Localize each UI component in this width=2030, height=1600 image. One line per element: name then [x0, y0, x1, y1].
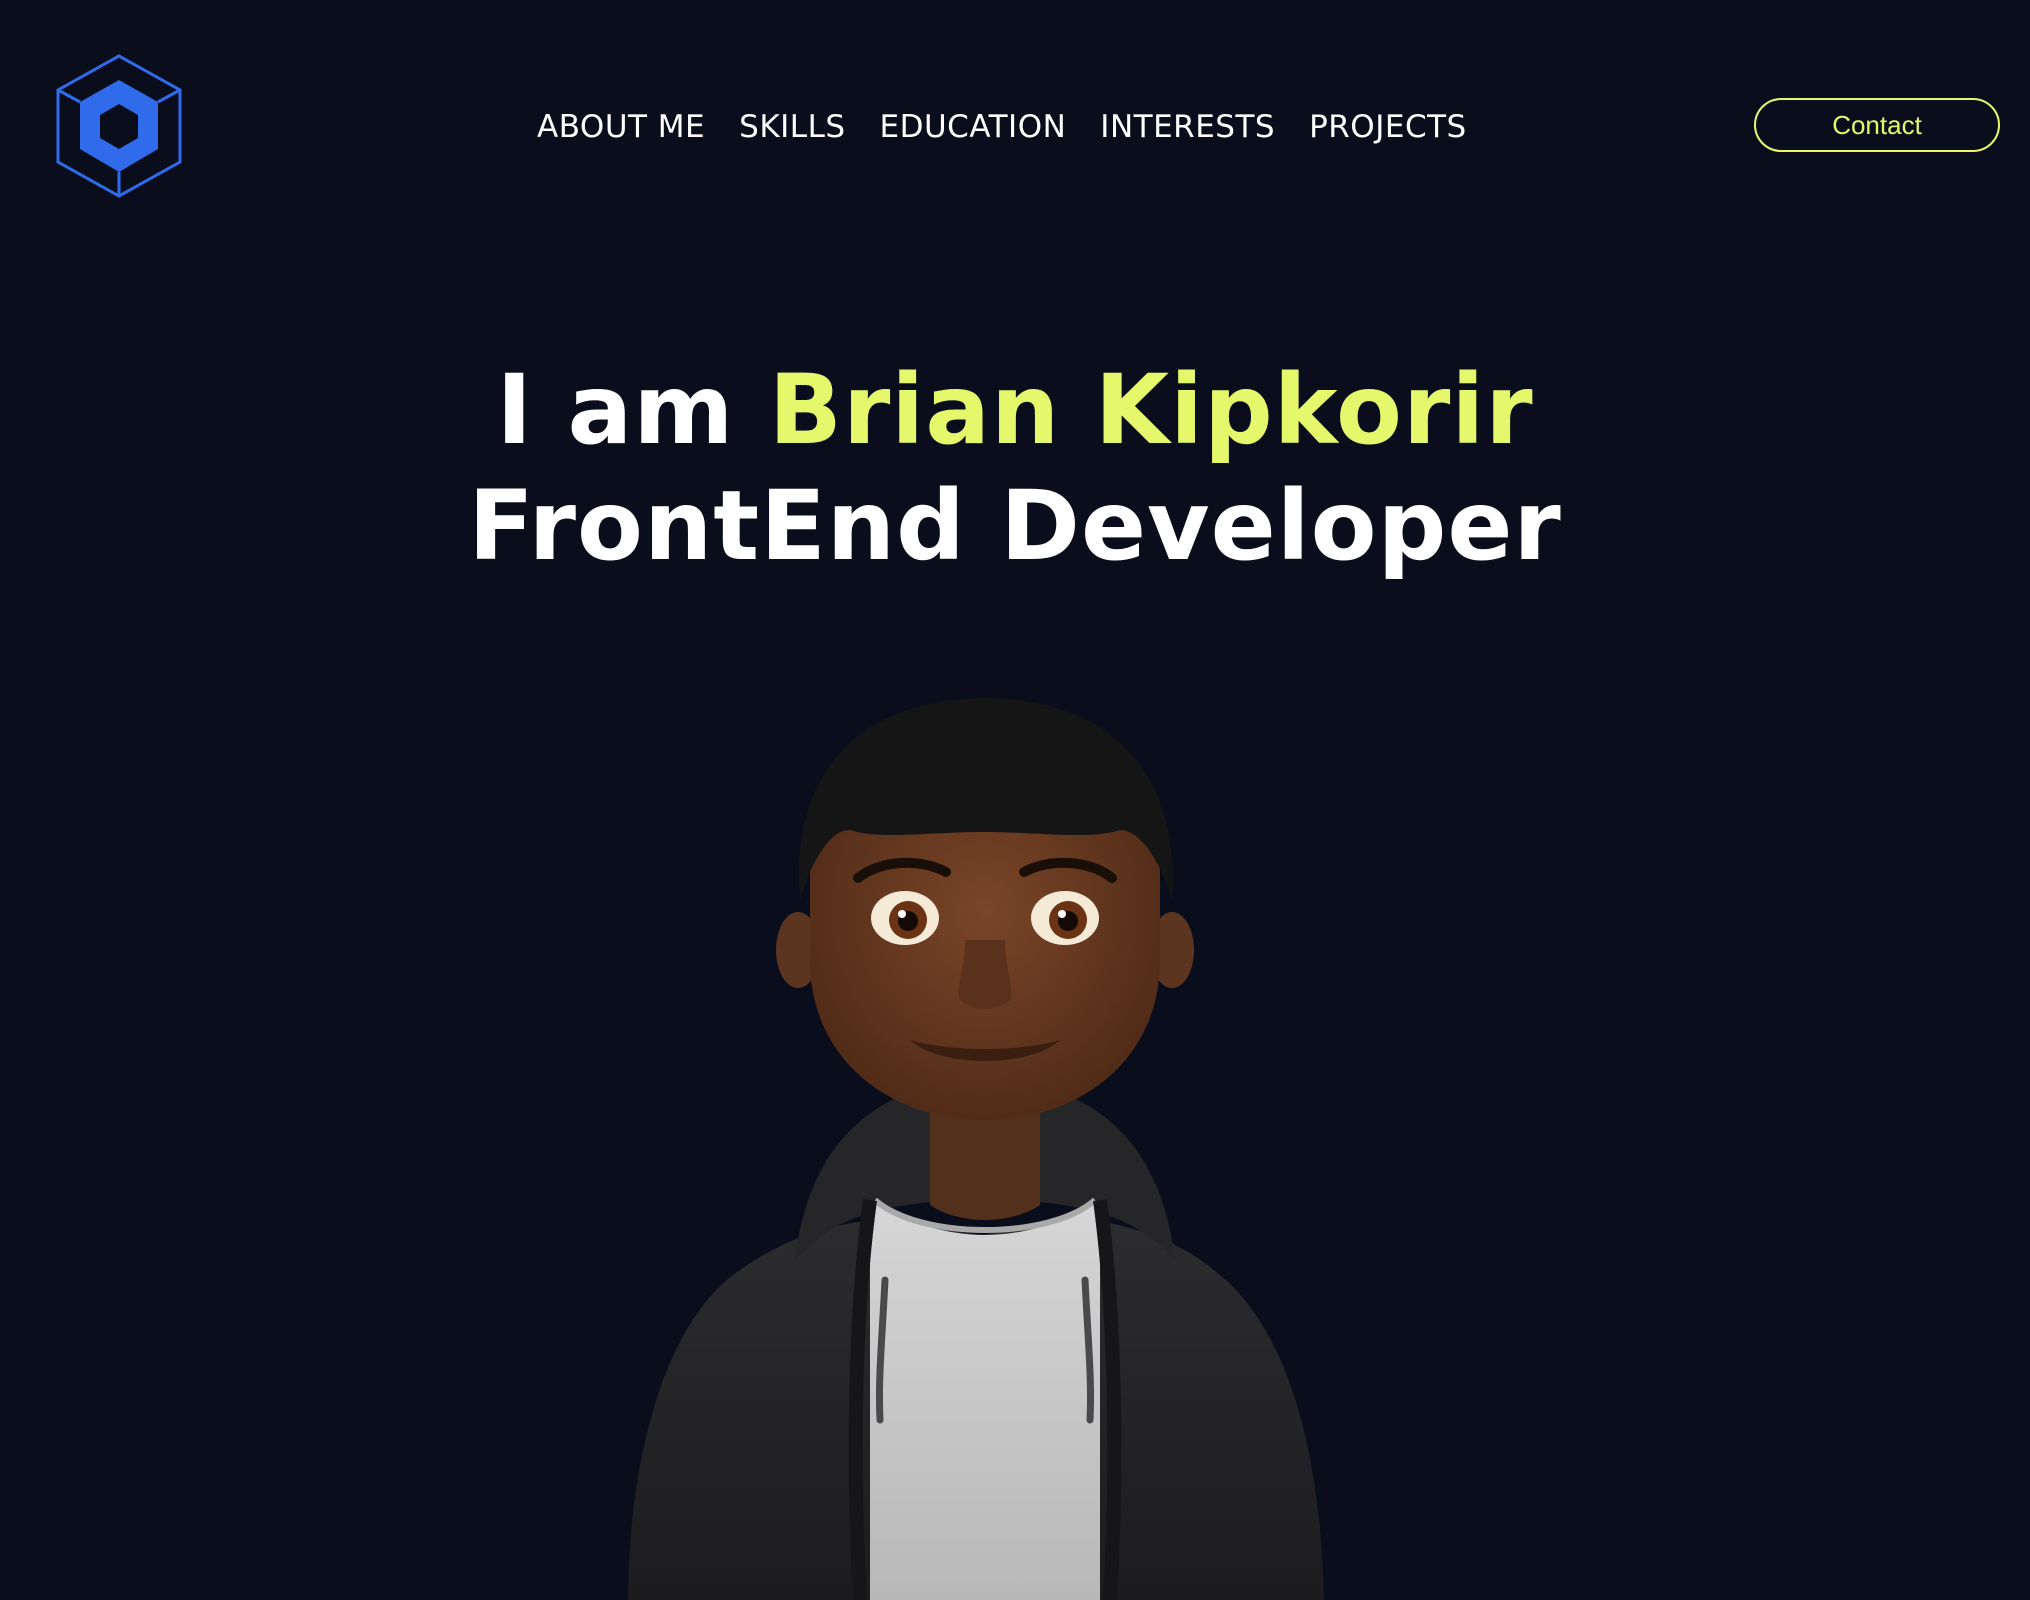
- hero-role: FrontEnd Developer: [468, 470, 1562, 582]
- hero-prefix: I am: [496, 354, 735, 466]
- portfolio-page: ABOUT ME SKILLS EDUCATION INTERESTS PROJ…: [0, 0, 2030, 1600]
- nav-education[interactable]: EDUCATION: [880, 109, 1067, 145]
- nav-skills[interactable]: SKILLS: [739, 109, 845, 145]
- main-nav: ABOUT ME SKILLS EDUCATION INTERESTS PROJ…: [0, 100, 2030, 154]
- nav-about-me[interactable]: ABOUT ME: [537, 109, 705, 145]
- hero-intro-line: I am Brian Kipkorir: [0, 352, 2030, 468]
- hero-name: Brian Kipkorir: [768, 354, 1534, 466]
- nav-links: ABOUT ME SKILLS EDUCATION INTERESTS PROJ…: [537, 100, 1467, 154]
- hero-heading: I am Brian Kipkorir FrontEnd Developer: [0, 352, 2030, 584]
- developer-avatar-illustration: [628, 698, 1324, 1600]
- nav-projects[interactable]: PROJECTS: [1309, 109, 1467, 145]
- contact-button[interactable]: Contact: [1754, 98, 2000, 152]
- nav-interests[interactable]: INTERESTS: [1100, 109, 1275, 145]
